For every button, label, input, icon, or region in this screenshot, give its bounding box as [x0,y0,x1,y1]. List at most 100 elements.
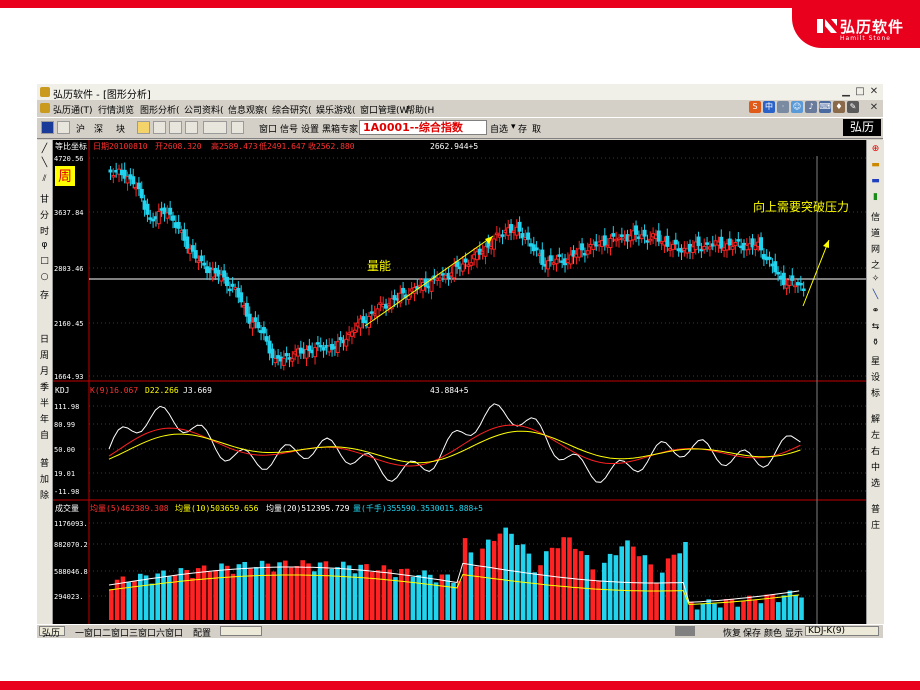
left-tool-save[interactable]: 存 [37,288,52,301]
binoculars-icon[interactable]: ⚭ [867,306,884,316]
right-tool-pu[interactable]: 普 [867,502,884,515]
flag-russia-icon[interactable]: ▬ [867,176,884,186]
stock-code-field[interactable]: 1A0001--综合指数 [359,120,487,135]
settings-button[interactable]: 设置 [301,122,319,135]
zoom-icon[interactable] [169,121,182,134]
candle-body [429,280,434,292]
window-button[interactable]: 窗口 [259,122,277,135]
right-tool-you[interactable]: 右 [867,444,884,457]
load-button[interactable]: 取 [532,122,541,135]
volume-bar [178,568,184,620]
crosshair-tool-icon[interactable]: ╱ [37,144,52,154]
swap-icon[interactable]: ⇆ [867,322,884,332]
six-window-button[interactable]: 六窗口 [156,626,183,639]
display-button[interactable]: 显示 [785,626,803,639]
right-tool-zuo[interactable]: 左 [867,428,884,441]
close-icon[interactable]: ✕ [867,85,881,98]
left-tool-fen[interactable]: 分 [37,208,52,221]
right-tool-she[interactable]: 设 [867,370,884,383]
period-month[interactable]: 月 [37,364,52,377]
folder-icon[interactable] [137,121,150,134]
menu-help[interactable]: 帮助(H [406,103,434,116]
circle-tool-icon[interactable]: ○ [37,272,52,282]
grid-icon[interactable] [41,121,54,134]
signal-button[interactable]: 信号 [280,122,298,135]
trash-icon[interactable]: ⚱ [867,338,884,348]
fibonacci-tool-icon[interactable]: φ [37,240,52,250]
pen-icon[interactable]: ╲ [867,290,884,300]
sz-market-button[interactable]: 深 [94,122,103,135]
restore-button[interactable]: 恢复 [723,626,741,639]
target-icon[interactable]: ⊕ [867,144,884,154]
right-tool-xuan[interactable]: 选 [867,476,884,489]
right-tool-xin[interactable]: 信 [867,210,884,223]
right-tool-jie[interactable]: 解 [867,412,884,425]
menu-quotes[interactable]: 行情浏览 [98,103,134,116]
save-layout-button[interactable]: 保存 [743,626,761,639]
menu-hongli[interactable]: 弘历通(T) [53,103,93,116]
chinese-mode-icon[interactable]: 中 [763,101,775,113]
adjust-add[interactable]: 加 [37,472,52,485]
period-week[interactable]: 周 [37,348,52,361]
flag-italy-icon[interactable]: ▮ [867,192,884,202]
voice-icon[interactable]: ♪ [805,101,817,113]
config-button[interactable]: 配置 [193,626,211,639]
punctuation-icon[interactable]: · [777,101,789,113]
watchlist-dropdown-icon[interactable]: ▾ [511,122,516,132]
maximize-icon[interactable]: □ [853,85,867,98]
right-tool-biao[interactable]: 标 [867,386,884,399]
color-button[interactable]: 颜色 [764,626,782,639]
input-method-icon[interactable]: S [749,101,761,113]
left-tool-time[interactable]: 时 [37,224,52,237]
menu-info-observe[interactable]: 信息观察( [228,103,268,116]
keyboard-icon[interactable]: ⌨ [819,101,831,113]
period-half[interactable]: 半 [37,396,52,409]
print-icon[interactable] [153,121,166,134]
right-tool-zhong[interactable]: 中 [867,460,884,473]
tools-icon[interactable]: ✎ [847,101,859,113]
window-icon[interactable] [57,121,70,134]
blackbox-expert-button[interactable]: 黑箱专家 [322,122,358,135]
right-tool-zhi[interactable]: 之 [867,258,884,271]
sector-button[interactable]: 块 [116,122,125,135]
pan-icon[interactable] [185,121,198,134]
right-tool-dao[interactable]: 道 [867,226,884,239]
parallel-tool-icon[interactable]: ⫽ [37,174,52,184]
emoji-icon[interactable]: ☺ [791,101,803,113]
period-day[interactable]: 日 [37,332,52,345]
rect-tool-icon[interactable]: □ [37,256,52,266]
save-button[interactable]: 存 [518,122,527,135]
status-tab[interactable]: 弘历 [42,626,60,639]
stock-chart-area[interactable]: 等比坐标 日期20100810 开2608.320 高2589.473 低249… [53,140,866,624]
cursor-icon[interactable] [231,121,244,134]
mdi-close-icon[interactable]: ✕ [867,101,881,114]
star-icon[interactable]: ✧ [867,274,884,284]
period-year[interactable]: 年 [37,412,52,425]
three-window-button[interactable]: 三窗口 [129,626,156,639]
skin-icon[interactable]: ♦ [833,101,845,113]
config-scroll[interactable] [220,626,262,636]
draw-line-icon[interactable] [203,121,227,134]
minimize-icon[interactable]: ▁ [839,85,853,98]
volume-bar [474,566,479,620]
adjust-remove[interactable]: 除 [37,488,52,501]
scroll-thumb[interactable] [675,626,695,636]
menu-company-info[interactable]: 公司资料( [184,103,224,116]
right-tool-xing[interactable]: 星 [867,354,884,367]
line-tool-icon[interactable]: ╲ [37,158,52,168]
period-quarter[interactable]: 季 [37,380,52,393]
flag-yellow-icon[interactable]: ▬ [867,160,884,170]
menu-chart-analysis[interactable]: 图形分析( [140,103,180,116]
right-tool-zhuang[interactable]: 庄 [867,518,884,531]
watchlist-button[interactable]: 自选 [490,122,508,135]
two-window-button[interactable]: 二窗口 [102,626,129,639]
adjust-normal[interactable]: 普 [37,456,52,469]
sh-market-button[interactable]: 沪 [76,122,85,135]
menu-games[interactable]: 娱乐游戏( [316,103,356,116]
right-tool-wang[interactable]: 网 [867,242,884,255]
one-window-button[interactable]: 一窗口 [75,626,102,639]
menu-window-manage[interactable]: 窗口管理(W [360,103,408,116]
period-custom[interactable]: 自 [37,428,52,441]
menu-research[interactable]: 综合研究( [272,103,312,116]
left-tool-gann[interactable]: 甘 [37,192,52,205]
